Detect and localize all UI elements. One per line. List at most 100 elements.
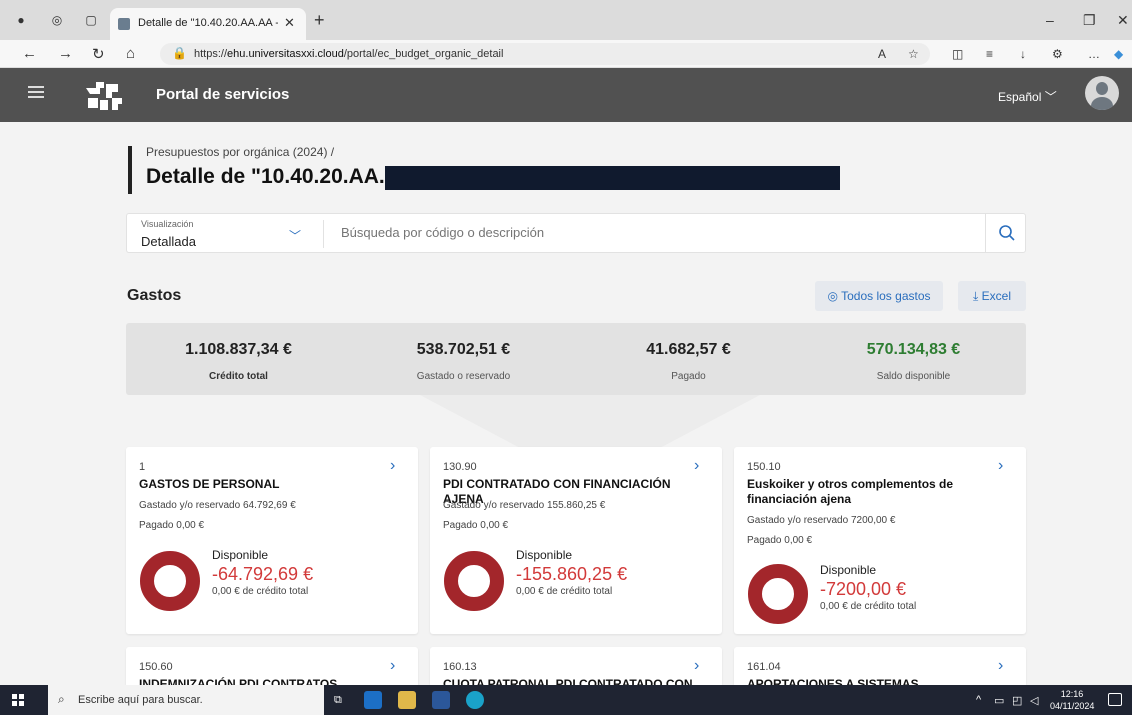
windows-start-icon[interactable] — [12, 694, 24, 706]
taskbar-search[interactable]: ⌕ Escribe aquí para buscar. — [48, 685, 324, 715]
read-aloud-icon[interactable]: A — [878, 47, 886, 61]
divider — [323, 220, 324, 248]
copilot-icon[interactable]: ◆ — [1114, 47, 1123, 61]
url-field[interactable]: 🔒 https://ehu.universitasxxi.cloud/porta… — [160, 43, 930, 65]
card-available-value: -64.792,69 € — [212, 564, 314, 584]
favorites-list-icon[interactable]: ≡ — [986, 47, 993, 61]
all-expenses-button[interactable]: ◎ Todos los gastos — [815, 281, 943, 311]
card-credit: 0,00 € de crédito total — [516, 586, 613, 597]
chevron-right-icon[interactable]: › — [998, 657, 1003, 675]
summary-available: 570.134,83 € Saldo disponible — [801, 323, 1026, 382]
profile-icon[interactable]: ● — [14, 13, 28, 27]
os-taskbar: ⌕ Escribe aquí para buscar. ⧉ ^ ▭ ◰ ◁ 12… — [0, 685, 1132, 715]
budget-card[interactable]: 1 GASTOS DE PERSONAL › Gastado y/o reser… — [126, 447, 418, 634]
card-credit: 0,00 € de crédito total — [820, 601, 917, 612]
downloads-icon[interactable]: ↓ — [1020, 47, 1026, 61]
notifications-icon[interactable] — [1108, 693, 1122, 706]
network-icon[interactable]: ◰ — [1012, 694, 1022, 707]
spent-label: Gastado o reservado — [416, 371, 511, 382]
chevron-down-icon[interactable]: ﹀ — [289, 227, 301, 244]
card-code: 150.60 — [139, 661, 173, 673]
favorite-star-icon[interactable]: ☆ — [908, 47, 919, 61]
title-block: Presupuestos por orgánica (2024) / Detal… — [128, 145, 427, 194]
task-view-icon[interactable]: ⧉ — [334, 694, 342, 707]
page-favicon-icon — [118, 18, 130, 30]
refresh-icon[interactable]: ↻ — [92, 45, 105, 63]
card-code: 161.04 — [747, 661, 781, 673]
credit-total-value: 1.108.837,34 € — [185, 341, 292, 358]
main-content: Presupuestos por orgánica (2024) / Detal… — [0, 122, 1132, 685]
workspaces-icon[interactable]: ◎ — [50, 13, 64, 27]
budget-card[interactable]: 150.10 Euskoiker y otros complementos de… — [734, 447, 1026, 634]
chevron-right-icon[interactable]: › — [998, 457, 1003, 475]
split-screen-icon[interactable]: ◫ — [952, 47, 963, 61]
budget-card[interactable]: 161.04 APORTACIONES A SISTEMAS › — [734, 647, 1026, 685]
word-icon[interactable] — [432, 691, 450, 709]
menu-icon[interactable] — [28, 86, 44, 98]
breadcrumb[interactable]: Presupuestos por orgánica (2024) / — [146, 145, 427, 159]
edge-icon[interactable] — [466, 691, 484, 709]
browser-tab-active[interactable]: Detalle de "10.40.20.AA.AA - H20 ✕ — [110, 8, 306, 40]
chevron-down-icon: ﹀ — [1044, 90, 1057, 104]
summary-credit: 1.108.837,34 € Crédito total — [126, 323, 351, 382]
forward-icon[interactable]: → — [58, 45, 73, 62]
taskbar-clock[interactable]: 12:16 04/11/2024 — [1050, 688, 1094, 712]
paid-label: Pagado — [671, 371, 706, 382]
clock-date: 04/11/2024 — [1050, 701, 1095, 711]
card-available-value: -7200,00 € — [820, 579, 907, 599]
chevron-right-icon[interactable]: › — [390, 457, 395, 475]
card-code: 160.13 — [443, 661, 477, 673]
all-expenses-label: Todos los gastos — [841, 289, 931, 303]
search-button[interactable] — [985, 214, 1027, 252]
card-available-label: Disponible — [516, 548, 573, 562]
file-explorer-icon[interactable] — [398, 691, 416, 709]
extensions-icon[interactable]: ⚙ — [1052, 47, 1063, 61]
card-spent: Gastado y/o reservado 155.860,25 € — [443, 500, 606, 511]
minimize-icon[interactable]: – — [1046, 12, 1054, 28]
card-name: APORTACIONES A SISTEMAS — [747, 677, 919, 685]
outlook-icon[interactable] — [364, 691, 382, 709]
back-icon[interactable]: ← — [22, 45, 37, 62]
search-bar: Visualización Detallada ﹀ — [126, 213, 1026, 253]
credit-total-label: Crédito total — [209, 371, 268, 382]
user-avatar[interactable] — [1085, 76, 1119, 110]
eye-icon: ◎ — [827, 289, 838, 303]
donut-chart — [140, 551, 200, 611]
volume-icon[interactable]: ◁ — [1030, 694, 1038, 707]
section-title: Gastos — [127, 287, 182, 304]
portal-title[interactable]: Portal de servicios — [156, 86, 289, 103]
search-icon — [999, 225, 1015, 241]
summary-paid: 41.682,57 € Pagado — [576, 323, 801, 382]
visualization-select[interactable]: Detallada — [141, 234, 196, 249]
card-name: Euskoiker y otros complementos de financ… — [747, 477, 954, 506]
chevron-right-icon[interactable]: › — [694, 657, 699, 675]
home-icon[interactable]: ⌂ — [126, 45, 135, 62]
url-text: https://ehu.universitasxxi.cloud/portal/… — [194, 48, 504, 60]
excel-button[interactable]: ⤓ Excel — [958, 281, 1026, 311]
restore-icon[interactable]: ❐ — [1083, 12, 1096, 29]
chevron-right-icon[interactable]: › — [390, 657, 395, 675]
donut-chart — [748, 564, 808, 624]
redacted-block — [385, 166, 840, 190]
new-tab-icon[interactable]: + — [314, 10, 325, 31]
search-input[interactable] — [341, 225, 941, 240]
battery-icon[interactable]: ▭ — [994, 694, 1004, 707]
chevron-right-icon[interactable]: › — [694, 457, 699, 475]
budget-card[interactable]: 160.13 CUOTA PATRONAL PDI CONTRATADO CON… — [430, 647, 722, 685]
card-code: 150.10 — [747, 461, 781, 473]
language-label: Español — [998, 90, 1042, 104]
card-paid: Pagado 0,00 € — [443, 520, 509, 531]
more-menu-icon[interactable]: … — [1088, 47, 1100, 61]
close-tab-icon[interactable]: ✕ — [284, 15, 295, 31]
tab-actions-icon[interactable]: ▢ — [84, 13, 98, 27]
summary-panel: 1.108.837,34 € Crédito total 538.702,51 … — [126, 323, 1026, 395]
language-selector[interactable]: Español ﹀ — [998, 88, 1057, 105]
tray-chevron-icon[interactable]: ^ — [976, 694, 981, 706]
budget-card[interactable]: 150.60 INDEMNIZACIÓN PDI CONTRATOS › — [126, 647, 418, 685]
close-window-icon[interactable]: ✕ — [1117, 12, 1129, 29]
card-code: 130.90 — [443, 461, 477, 473]
budget-card[interactable]: 130.90 PDI CONTRATADO CON FINANCIACIÓN A… — [430, 447, 722, 634]
tab-title: Detalle de "10.40.20.AA.AA - H20 — [138, 17, 278, 29]
summary-spent: 538.702,51 € Gastado o reservado — [351, 323, 576, 382]
available-balance-value: 570.134,83 € — [866, 341, 961, 358]
